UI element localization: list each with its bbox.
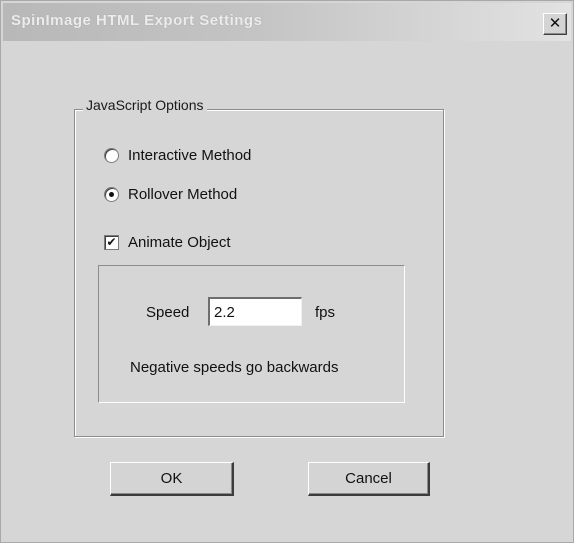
close-icon: ✕ (548, 14, 562, 32)
close-button[interactable]: ✕ (543, 13, 567, 35)
radio-unselected-icon[interactable] (104, 148, 119, 163)
animate-object-checkbox[interactable]: ✔ Animate Object (104, 234, 231, 251)
ok-button[interactable]: OK (110, 462, 234, 496)
javascript-options-legend: JavaScript Options (83, 97, 207, 113)
interactive-method-radio[interactable]: Interactive Method (104, 147, 251, 164)
dialog-title: SpinImage HTML Export Settings (11, 12, 263, 29)
speed-label: Speed (146, 304, 190, 321)
speed-hint-text: Negative speeds go backwards (130, 359, 339, 376)
speed-input[interactable] (208, 297, 302, 326)
animate-object-label: Animate Object (128, 234, 231, 251)
checkmark-icon[interactable]: ✔ (104, 235, 119, 250)
radio-selected-icon[interactable] (104, 187, 119, 202)
interactive-method-label: Interactive Method (128, 147, 252, 164)
rollover-method-label: Rollover Method (128, 186, 238, 203)
cancel-button[interactable]: Cancel (308, 462, 430, 496)
rollover-method-radio[interactable]: Rollover Method (104, 186, 237, 203)
export-settings-dialog: SpinImage HTML Export Settings ✕ JavaScr… (0, 0, 574, 543)
fps-unit-label: fps (315, 304, 336, 321)
title-bar[interactable]: SpinImage HTML Export Settings ✕ (3, 3, 571, 41)
animation-settings-panel (98, 265, 405, 403)
